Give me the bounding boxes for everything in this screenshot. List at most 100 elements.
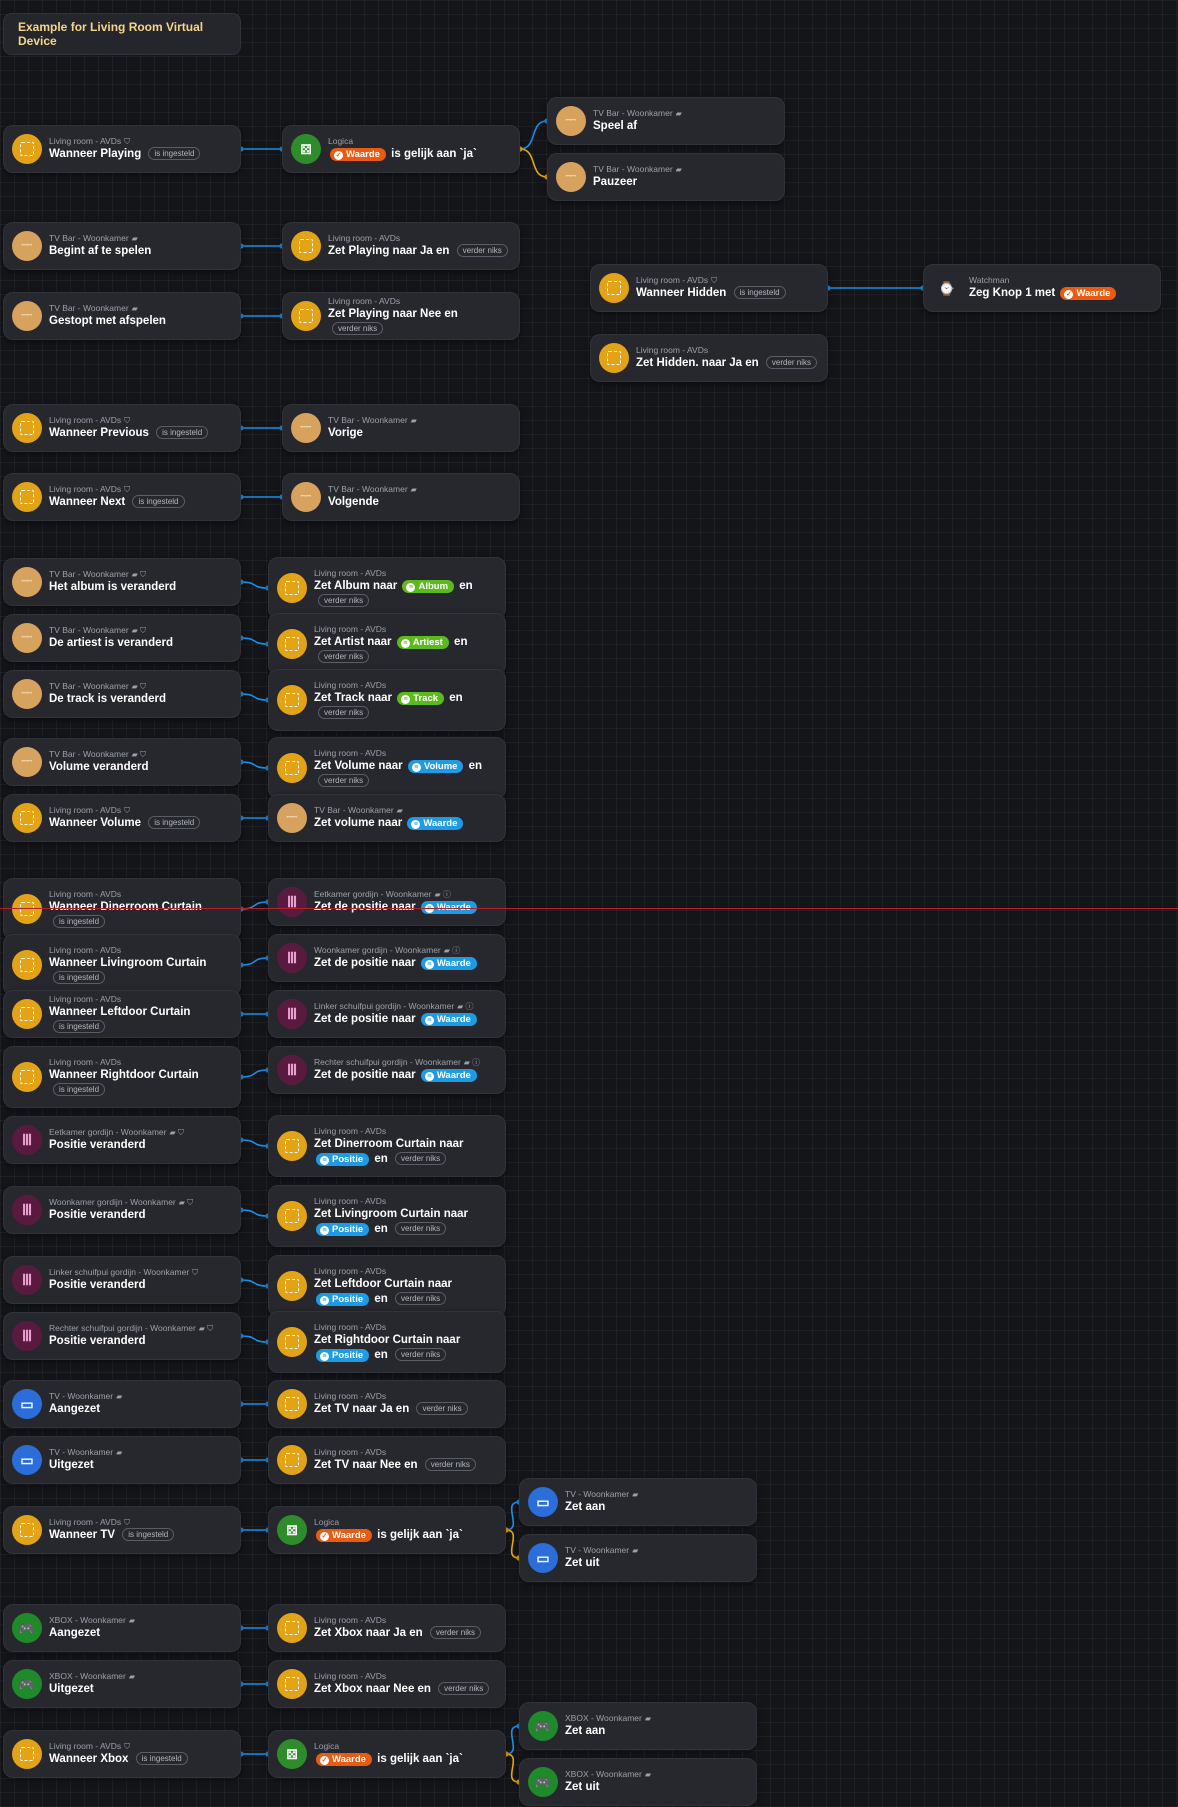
flow-card[interactable]: Living room - AVDsZet Volume naar Volume… — [268, 737, 506, 799]
token-pill[interactable]: Waarde — [420, 1069, 477, 1082]
flow-card[interactable]: Living room - AVDs Zet Xbox naar Nee en v… — [268, 1660, 506, 1708]
flow-card[interactable]: Living room - AVDs Zet Playing naar Ja en… — [282, 222, 520, 270]
flow-card[interactable]: Living room - AVDs Wanneer Dinerroom Curt… — [3, 878, 241, 940]
flow-card[interactable]: Ⅲ Woonkamer gordijn - Woonkamer ▰ ⓘ Zet de … — [268, 934, 506, 982]
flow-card[interactable]: Ⅲ Woonkamer gordijn - Woonkamer ▰ ⛉ Positie… — [3, 1186, 241, 1234]
flow-card[interactable]: Living room - AVDs ⛉ Wanneer Hidden is ing… — [590, 264, 828, 312]
flow-card[interactable]: ꟷꟷ TV Bar - Woonkamer ▰ Speel af — [547, 97, 785, 145]
argument-badge[interactable]: is ingesteld — [733, 286, 786, 299]
flow-card[interactable]: ⌚WatchmanZeg Knop 1 met Waarde — [923, 264, 1161, 312]
token-pill[interactable]: Positie — [316, 1152, 370, 1166]
flow-card[interactable]: ⚄LogicaWaarde is gelijk aan `ja` — [268, 1506, 506, 1554]
flow-card[interactable]: ꟷꟷTV Bar - Woonkamer▰Zet volume naar Waa… — [268, 794, 506, 842]
argument-badge[interactable]: is ingesteld — [122, 1528, 175, 1541]
flow-card[interactable]: Living room - AVDs Zet TV naar Ja en verd… — [268, 1380, 506, 1428]
connection-wire[interactable] — [240, 1279, 269, 1287]
flow-card[interactable]: ⚄LogicaWaarde is gelijk aan `ja` — [268, 1730, 506, 1778]
connection-wire[interactable] — [240, 637, 269, 645]
flow-card[interactable]: Living room - AVDs Zet Playing naar Nee e… — [282, 292, 520, 340]
argument-badge[interactable]: verder niks — [318, 773, 370, 787]
flow-card[interactable]: ꟷꟷ TV Bar - Woonkamer ▰ ⛉ De artiest is ver… — [3, 614, 241, 662]
token-pill[interactable]: Positie — [316, 1292, 370, 1306]
flow-card[interactable]: Living room - AVDs Zet Livingroom Curtain… — [268, 1185, 506, 1247]
argument-badge[interactable]: verder niks — [438, 1682, 490, 1695]
connection-wire[interactable] — [505, 1501, 520, 1531]
connection-wire[interactable] — [519, 120, 548, 150]
flow-card[interactable]: Living room - AVDs ⛉ Wanneer Playing is in… — [3, 125, 241, 173]
flow-card[interactable]: ꟷꟷ TV Bar - Woonkamer ▰ Pauzeer — [547, 153, 785, 201]
token-pill[interactable]: Waarde — [420, 1013, 477, 1026]
argument-badge[interactable]: is ingesteld — [53, 914, 106, 928]
token-pill[interactable]: Waarde — [420, 957, 477, 970]
token-pill[interactable]: Positie — [316, 1222, 370, 1236]
flow-card[interactable]: Living room - AVDs Zet TV naar Nee en ver… — [268, 1436, 506, 1484]
connection-wire[interactable] — [240, 1335, 269, 1343]
flow-card[interactable]: ▭ TV - Woonkamer ▰ Aangezet — [3, 1380, 241, 1428]
connection-wire[interactable] — [240, 1069, 269, 1078]
argument-badge[interactable]: verder niks — [394, 1291, 447, 1305]
token-pill[interactable]: Waarde — [316, 1753, 372, 1766]
flow-card[interactable]: 🎮 XBOX - Woonkamer ▰ Uitgezet — [3, 1660, 241, 1708]
token-pill[interactable]: Positie — [316, 1348, 370, 1362]
flow-card[interactable]: Ⅲ Eetkamer gordijn - Woonkamer ▰ ⓘ Zet de p… — [268, 878, 506, 926]
flow-card[interactable]: ▭ TV - Woonkamer ▰ Zet aan — [519, 1478, 757, 1526]
flow-card[interactable]: Ⅲ Rechter schuifpui gordijn - Woonkamer ▰ … — [3, 1312, 241, 1360]
flow-card[interactable]: Living room - AVDsZet Artist naar Arties… — [268, 613, 506, 675]
flow-card[interactable]: ꟷꟷ TV Bar - Woonkamer ▰ Begint af te spelen — [3, 222, 241, 270]
flow-card[interactable]: Living room - AVDs Zet Hidden. naar Ja en… — [590, 334, 828, 382]
argument-badge[interactable]: verder niks — [424, 1458, 476, 1471]
argument-badge[interactable]: is ingesteld — [148, 816, 201, 829]
flow-card[interactable]: Living room - AVDs Wanneer Leftdoor Curta… — [3, 990, 241, 1038]
token-pill[interactable]: Volume — [407, 759, 464, 773]
argument-badge[interactable]: verder niks — [394, 1347, 447, 1361]
flow-card[interactable]: Ⅲ Eetkamer gordijn - Woonkamer ▰ ⛉ Positie … — [3, 1116, 241, 1164]
flow-card[interactable]: ꟷꟷ TV Bar - Woonkamer ▰ Gestopt met afspele… — [3, 292, 241, 340]
connection-wire[interactable] — [240, 761, 269, 769]
argument-badge[interactable]: verder niks — [332, 321, 384, 335]
flow-card[interactable]: Living room - AVDsZet Album naar Album e… — [268, 557, 506, 619]
token-pill[interactable]: Album — [402, 579, 455, 593]
token-pill[interactable]: Waarde — [316, 1529, 372, 1542]
argument-badge[interactable]: is ingesteld — [148, 147, 201, 160]
flow-canvas[interactable]: Example for Living Room Virtual Device L… — [0, 0, 1178, 1807]
argument-badge[interactable]: verder niks — [765, 356, 818, 369]
flow-card[interactable]: 🎮 XBOX - Woonkamer ▰ Zet uit — [519, 1758, 757, 1806]
flow-card[interactable]: ⚄LogicaWaarde is gelijk aan `ja` — [282, 125, 520, 173]
connection-wire[interactable] — [240, 581, 269, 589]
token-pill[interactable]: Waarde — [330, 148, 386, 161]
connection-wire[interactable] — [240, 957, 269, 966]
flow-card[interactable]: Living room - AVDs ⛉ Wanneer Next is inges… — [3, 473, 241, 521]
argument-badge[interactable]: is ingesteld — [53, 1019, 106, 1033]
argument-badge[interactable]: is ingesteld — [156, 426, 209, 439]
flow-card[interactable]: Living room - AVDs ⛉ Wanneer Xbox is inges… — [3, 1730, 241, 1778]
connection-wire[interactable] — [240, 1139, 269, 1147]
token-pill[interactable]: Artiest — [396, 635, 449, 649]
argument-badge[interactable]: verder niks — [456, 244, 508, 257]
connection-wire[interactable] — [505, 1725, 520, 1755]
flow-card[interactable]: Living room - AVDs Wanneer Livingroom Cur… — [3, 934, 241, 996]
connection-wire[interactable] — [240, 1209, 269, 1217]
argument-badge[interactable]: verder niks — [416, 1402, 468, 1415]
connection-wire[interactable] — [240, 693, 269, 701]
flow-card[interactable]: ꟷꟷ TV Bar - Woonkamer ▰ Vorige — [282, 404, 520, 452]
flow-card[interactable]: Living room - AVDs Zet Rightdoor Curtain … — [268, 1311, 506, 1373]
flow-card[interactable]: Living room - AVDs ⛉ Wanneer Volume is ing… — [3, 794, 241, 842]
argument-badge[interactable]: is ingesteld — [135, 1752, 188, 1765]
connection-wire[interactable] — [505, 1753, 520, 1783]
token-pill[interactable]: Track — [397, 691, 445, 705]
flow-card[interactable]: Living room - AVDs Wanneer Rightdoor Curt… — [3, 1046, 241, 1108]
token-pill[interactable]: Waarde — [407, 817, 464, 830]
flow-card[interactable]: Ⅲ Linker schuifpui gordijn - Woonkamer ⛉ Po… — [3, 1256, 241, 1304]
flow-card[interactable]: Living room - AVDs ⛉ Wanneer TV is ingeste… — [3, 1506, 241, 1554]
argument-badge[interactable]: verder niks — [394, 1221, 447, 1235]
argument-badge[interactable]: verder niks — [394, 1151, 447, 1165]
flow-card[interactable]: 🎮 XBOX - Woonkamer ▰ Zet aan — [519, 1702, 757, 1750]
flow-card[interactable]: 🎮 XBOX - Woonkamer ▰ Aangezet — [3, 1604, 241, 1652]
flow-card[interactable]: ▭ TV - Woonkamer ▰ Uitgezet — [3, 1436, 241, 1484]
argument-badge[interactable]: is ingesteld — [53, 1082, 106, 1096]
flow-card[interactable]: Living room - AVDs Zet Xbox naar Ja en ve… — [268, 1604, 506, 1652]
flow-card[interactable]: Living room - AVDs ⛉ Wanneer Previous is i… — [3, 404, 241, 452]
argument-badge[interactable]: is ingesteld — [132, 495, 185, 508]
connection-wire[interactable] — [505, 1529, 520, 1559]
connection-wire[interactable] — [519, 148, 548, 178]
